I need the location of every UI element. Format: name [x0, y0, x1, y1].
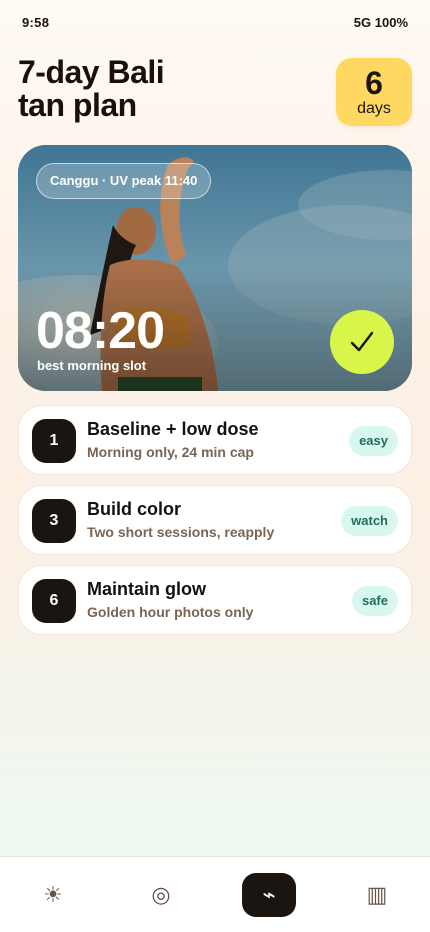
barcode-icon: ▥ [366, 882, 388, 907]
difficulty-tag: easy [349, 426, 398, 456]
check-icon [350, 331, 374, 352]
nav-bolt-button[interactable]: ⌁ [242, 873, 296, 917]
best-slot-caption: best morning slot [37, 358, 147, 373]
step-number: 6 [32, 579, 76, 623]
difficulty-tag: safe [351, 586, 398, 616]
location-uv-chip[interactable]: Canggu · UV peak 11:40 [36, 163, 212, 199]
days-remaining-badge[interactable]: 6 days [336, 58, 412, 126]
plan-subtitle: Golden hour photos only [87, 604, 254, 620]
difficulty-tag: watch [341, 506, 398, 536]
page-title-line-2: tan plan [18, 87, 137, 123]
plan-title: Build color [87, 499, 181, 519]
plan-card[interactable]: 1 Baseline + low dose Morning only, 24 m… [18, 405, 412, 475]
status-time: 9:58 [22, 15, 50, 30]
best-slot-time: 08:20 [36, 302, 165, 360]
plan-title: Baseline + low dose [87, 419, 259, 439]
page-title: 7-day Bali tan plan [18, 56, 278, 122]
bottom-nav: ☀ ◎ ⌁ ▥ [0, 856, 430, 932]
target-icon: ◎ [151, 882, 171, 907]
hero-card[interactable]: Canggu · UV peak 11:40 08:20 best mornin… [18, 145, 412, 391]
status-bar: 9:58 5G 100% [0, 0, 430, 44]
plan-card[interactable]: 3 Build color Two short sessions, reappl… [18, 485, 412, 555]
status-network-battery: 5G 100% [353, 15, 408, 30]
sun-icon: ☀ [43, 882, 63, 907]
plan-subtitle: Two short sessions, reapply [87, 524, 275, 540]
plan-title: Maintain glow [87, 579, 206, 599]
plan-subtitle: Morning only, 24 min cap [87, 444, 254, 460]
nav-sun-button[interactable]: ☀ [26, 873, 80, 917]
days-count: 6 [365, 65, 383, 101]
step-number: 3 [32, 499, 76, 543]
nav-target-button[interactable]: ◎ [134, 873, 188, 917]
nav-barcode-button[interactable]: ▥ [350, 873, 404, 917]
plan-card[interactable]: 6 Maintain glow Golden hour photos only … [18, 565, 412, 635]
page-title-line-1: 7-day Bali [18, 54, 165, 90]
days-label: days [357, 100, 391, 117]
bolt-icon: ⌁ [262, 882, 276, 907]
confirm-slot-button[interactable] [330, 310, 394, 374]
step-number: 1 [32, 419, 76, 463]
